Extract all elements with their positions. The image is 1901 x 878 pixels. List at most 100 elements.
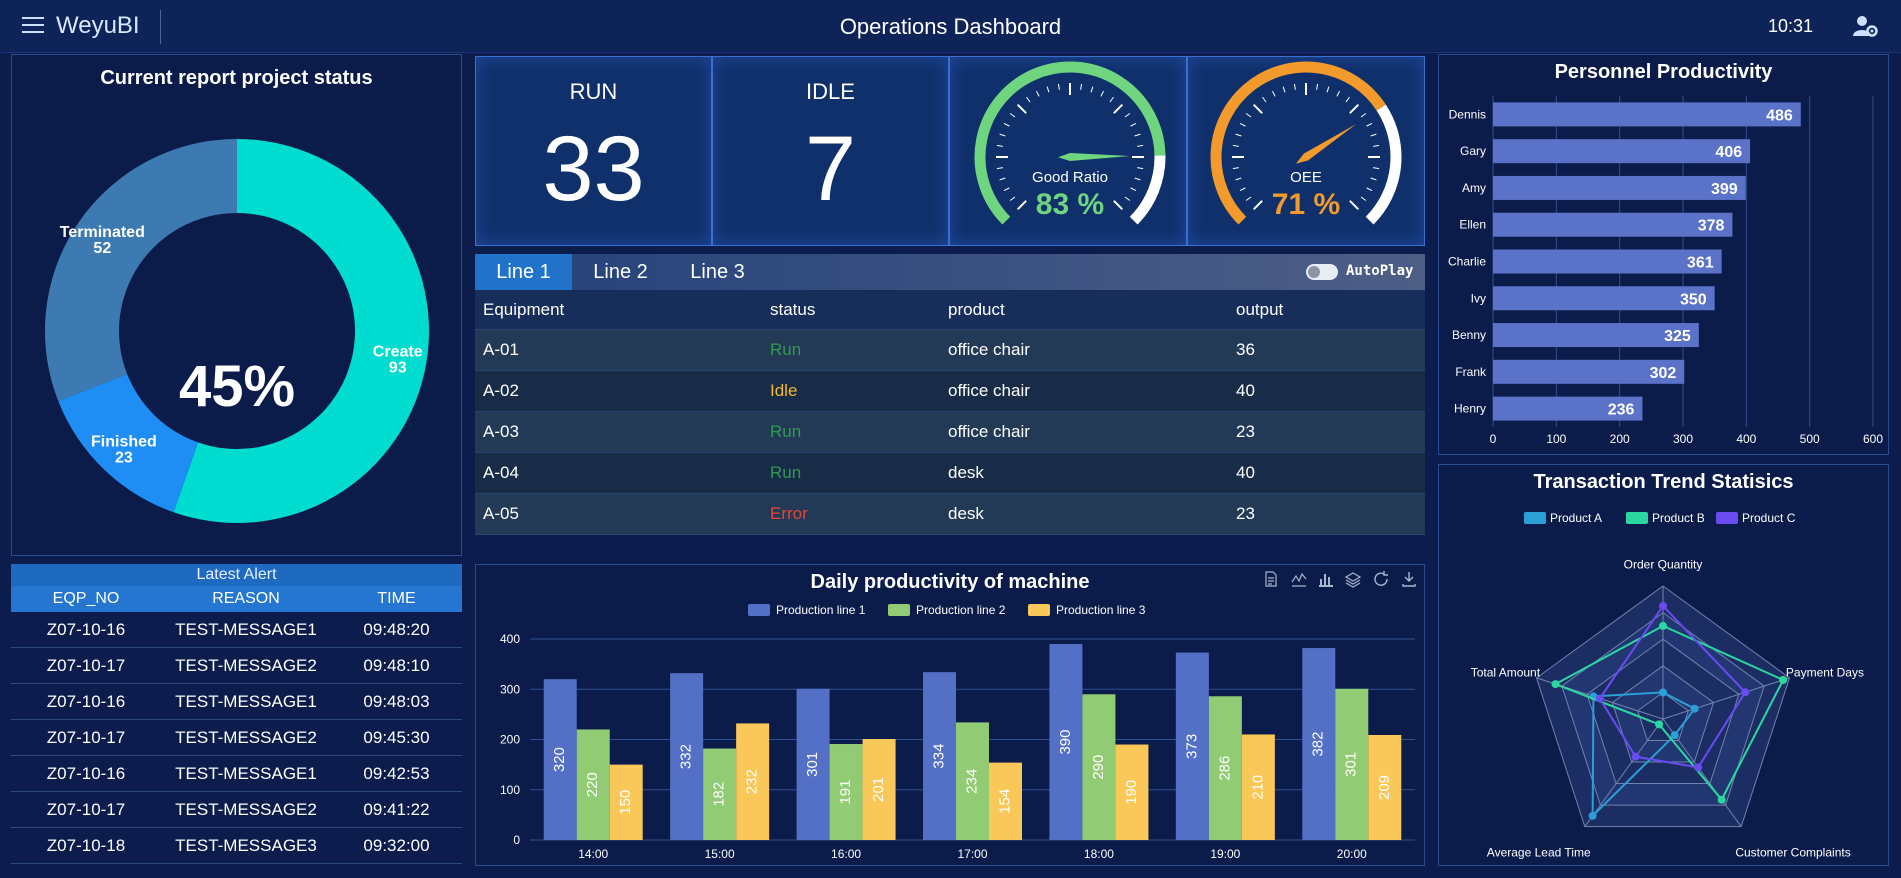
bar[interactable]: [1493, 212, 1733, 237]
bar[interactable]: [1493, 102, 1801, 127]
gauge-tick: [1360, 113, 1367, 118]
product-cell: office chair: [948, 381, 1030, 400]
radar-point[interactable]: [1670, 731, 1679, 740]
oee-label: OEE: [1290, 169, 1322, 186]
project-status-donut-chart: 45% Create93 Finished23 Terminated52: [44, 139, 429, 523]
radar-point[interactable]: [1659, 601, 1667, 610]
bar[interactable]: [1493, 139, 1751, 164]
alert-row[interactable]: Z07-10-16 TEST-MESSAGE1 09:42:53: [11, 756, 462, 792]
gauge-tick: [1026, 96, 1031, 103]
legend-label[interactable]: Production line 2: [916, 603, 1006, 617]
table-row[interactable]: A-02 Idle office chair 40: [475, 371, 1425, 412]
gauge-tick: [1137, 144, 1144, 147]
radar-indicator-label: Payment Days: [1786, 666, 1864, 680]
bar-value-label: 220: [584, 772, 601, 797]
gauge-tick: [1366, 122, 1373, 127]
gauge-tick: [1134, 133, 1141, 137]
alert-row[interactable]: Z07-10-18 TEST-MESSAGE3 09:32:00: [11, 828, 462, 864]
bar-value-label: 350: [1680, 291, 1707, 308]
alert-time: 09:48:03: [363, 692, 430, 711]
legend-swatch[interactable]: [1626, 512, 1648, 524]
legend-swatch[interactable]: [1028, 604, 1050, 616]
y-tick-label: Ellen: [1459, 218, 1486, 232]
gauge-tick: [1130, 122, 1137, 127]
x-tick-label: 18:00: [1084, 847, 1114, 861]
legend-label[interactable]: Product B: [1652, 511, 1705, 525]
radar-point[interactable]: [1659, 688, 1667, 697]
equipment-cell: A-05: [483, 504, 519, 523]
gauge-tick: [1109, 96, 1114, 103]
bar-value-label: 378: [1698, 218, 1725, 235]
product-cell: office chair: [948, 422, 1030, 441]
alert-reason: TEST-MESSAGE2: [175, 656, 317, 675]
table-row[interactable]: A-05 Error desk 23: [475, 494, 1425, 535]
alert-row[interactable]: Z07-10-17 TEST-MESSAGE2 09:45:30: [11, 720, 462, 756]
radar-point[interactable]: [1631, 752, 1640, 761]
good-ratio-gauge: Good Ratio 83 %: [974, 61, 1166, 225]
alert-row[interactable]: Z07-10-17 TEST-MESSAGE2 09:48:10: [11, 648, 462, 684]
user-settings-icon[interactable]: [1852, 14, 1878, 38]
x-tick-label: 19:00: [1210, 847, 1240, 861]
gauge-tick: [1373, 144, 1380, 147]
radar-point[interactable]: [1694, 763, 1703, 772]
bar-value-label: 210: [1249, 775, 1266, 800]
legend-swatch[interactable]: [1524, 512, 1546, 524]
bar[interactable]: [1493, 175, 1746, 200]
gauge-tick: [1113, 103, 1124, 114]
gauge-tick: [1113, 200, 1124, 211]
gauge-tick: [1035, 90, 1040, 97]
run-card: RUN 33: [475, 56, 712, 246]
radar-point[interactable]: [1551, 680, 1560, 689]
bar-value-label: 150: [617, 790, 634, 815]
gauge-tick: [1137, 167, 1144, 170]
status-cell: Run: [770, 422, 802, 441]
table-row[interactable]: A-04 Run desk 40: [475, 453, 1425, 494]
legend-label[interactable]: Production line 3: [1056, 603, 1146, 617]
legend-swatch[interactable]: [888, 604, 910, 616]
autoplay-toggle[interactable]: [1306, 264, 1338, 280]
transaction-trend-radar-chart: Product A Product B Product C Order Quantit…: [1471, 511, 1864, 860]
radar-point[interactable]: [1690, 704, 1699, 713]
legend-label[interactable]: Product C: [1742, 511, 1796, 525]
y-tick-label: 0: [513, 833, 520, 847]
gauge-tick: [1232, 144, 1239, 147]
output-cell: 40: [1236, 463, 1255, 482]
y-tick-label: Benny: [1452, 328, 1486, 342]
alert-row[interactable]: Z07-10-16 TEST-MESSAGE1 09:48:20: [11, 612, 462, 648]
oee-card: OEE 71 %: [1187, 56, 1425, 246]
radar-point[interactable]: [1655, 720, 1664, 729]
tab-line-1[interactable]: Line 1: [475, 254, 572, 290]
equipment-cell: A-03: [483, 422, 519, 441]
radar-point[interactable]: [1595, 694, 1604, 703]
alert-time: 09:48:10: [363, 656, 430, 675]
tab-line-2[interactable]: Line 2: [572, 254, 669, 290]
radar-point[interactable]: [1741, 688, 1750, 697]
tab-line-3[interactable]: Line 3: [669, 254, 766, 290]
idle-label: IDLE: [806, 79, 855, 104]
status-cell: Run: [770, 463, 802, 482]
idle-value: 7: [804, 118, 857, 220]
table-row[interactable]: A-03 Run office chair 23: [475, 412, 1425, 453]
alert-row[interactable]: Z07-10-17 TEST-MESSAGE2 09:41:22: [11, 792, 462, 828]
gauge-tick: [1349, 103, 1360, 114]
alert-reason: TEST-MESSAGE3: [175, 836, 317, 855]
bar-value-label: 301: [1343, 752, 1360, 777]
radar-point[interactable]: [1588, 811, 1597, 820]
legend-label[interactable]: Production line 1: [776, 603, 866, 617]
radar-point[interactable]: [1779, 675, 1788, 684]
page-title: Operations Dashboard: [839, 14, 1062, 39]
legend-swatch[interactable]: [1716, 512, 1738, 524]
legend-swatch[interactable]: [748, 604, 770, 616]
alert-eqp: Z07-10-17: [46, 800, 126, 819]
legend-label[interactable]: Product A: [1550, 511, 1602, 525]
alert-row[interactable]: Z07-10-16 TEST-MESSAGE1 09:48:03: [11, 684, 462, 720]
y-tick-label: Ivy: [1471, 291, 1486, 305]
radar-point[interactable]: [1717, 795, 1726, 804]
equipment-table: Equipment status product output A-01 Run…: [475, 290, 1425, 535]
oee-gauge: OEE 71 %: [1210, 61, 1402, 225]
table-row[interactable]: A-01 Run office chair 36: [475, 330, 1425, 371]
good-ratio-label: Good Ratio: [1032, 169, 1108, 186]
x-tick-label: 100: [1546, 432, 1566, 446]
bar-value-label: 302: [1650, 365, 1677, 382]
radar-point[interactable]: [1659, 621, 1667, 630]
